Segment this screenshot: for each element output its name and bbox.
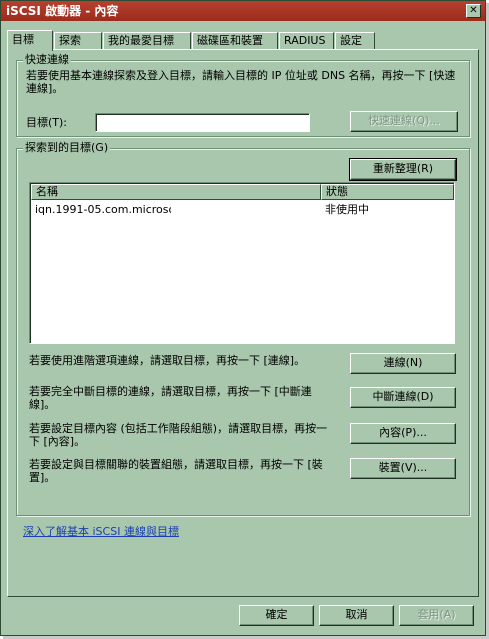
apply-button[interactable]: 套用(A): [399, 605, 474, 626]
refresh-button[interactable]: 重新整理(R): [349, 158, 457, 181]
tab-config[interactable]: 設定: [335, 32, 375, 50]
list-header: 名稱 狀態: [31, 184, 454, 200]
ok-button[interactable]: 確定: [239, 605, 314, 626]
tab-discovery[interactable]: 探索: [54, 32, 102, 50]
cancel-button[interactable]: 取消: [319, 605, 394, 626]
tab-volumes-devices[interactable]: 磁碟區和裝置: [192, 32, 278, 50]
disconnect-description: 若要完全中斷目標的連線，請選取目標，再按一下 [中斷連線]。: [29, 385, 312, 411]
target-status: 非使用中: [325, 203, 369, 216]
properties-window: iSCSI 啟動器 - 內容 ✕ 目標 探索 我的最愛目標 磁碟區和裝置 RAD…: [0, 0, 486, 636]
column-header-status[interactable]: 狀態: [321, 184, 454, 200]
tab-panel-targets: 快速連線 若要使用基本連線探索及登入目標，請輸入目標的 IP 位址或 DNS 名…: [7, 49, 479, 597]
target-input[interactable]: [95, 113, 310, 132]
table-row[interactable]: iqn.1991-05.com.microsoft: 非使用中: [31, 202, 454, 218]
devices-description: 若要設定與目標關聯的裝置組態，請選取目標，再按一下 [裝置]。: [29, 458, 323, 484]
discovered-targets-label: 探索到的目標(G): [23, 141, 111, 155]
learn-more-link[interactable]: 深入了解基本 iSCSI 連線與目標: [23, 523, 179, 539]
connect-button[interactable]: 連線(N): [350, 353, 456, 374]
target-label: 目標(T):: [26, 116, 68, 129]
devices-button[interactable]: 裝置(V)...: [350, 458, 456, 479]
tab-favorite-targets[interactable]: 我的最愛目標: [103, 32, 191, 50]
quick-connect-description: 若要使用基本連線探索及登入目標，請輸入目標的 IP 位址或 DNS 名稱，再按一…: [26, 69, 456, 95]
properties-description: 若要設定目標內容 (包括工作階段組態)，請選取目標，再按一下 [內容]。: [29, 422, 328, 448]
quick-connect-label: 快速連線: [23, 53, 71, 67]
quick-connect-group: 快速連線 若要使用基本連線探索及登入目標，請輸入目標的 IP 位址或 DNS 名…: [16, 53, 470, 137]
connect-description: 若要使用進階選項連線，請選取目標，再按一下 [連線]。: [29, 354, 306, 367]
quick-connect-button[interactable]: 快速連線(Q)...: [350, 111, 458, 132]
column-header-name[interactable]: 名稱: [31, 184, 321, 200]
close-icon[interactable]: ✕: [466, 4, 481, 18]
properties-button[interactable]: 內容(P)...: [350, 423, 456, 444]
targets-list[interactable]: 名稱 狀態 iqn.1991-05.com.microsoft: 非使用中: [29, 182, 455, 344]
disconnect-button[interactable]: 中斷連線(D): [350, 387, 456, 408]
window-title: iSCSI 啟動器 - 內容: [6, 4, 119, 18]
tab-targets[interactable]: 目標: [7, 30, 53, 51]
redacted-region: [171, 203, 233, 216]
tab-radius[interactable]: RADIUS: [279, 32, 334, 50]
title-bar: iSCSI 啟動器 - 內容 ✕: [1, 1, 485, 21]
